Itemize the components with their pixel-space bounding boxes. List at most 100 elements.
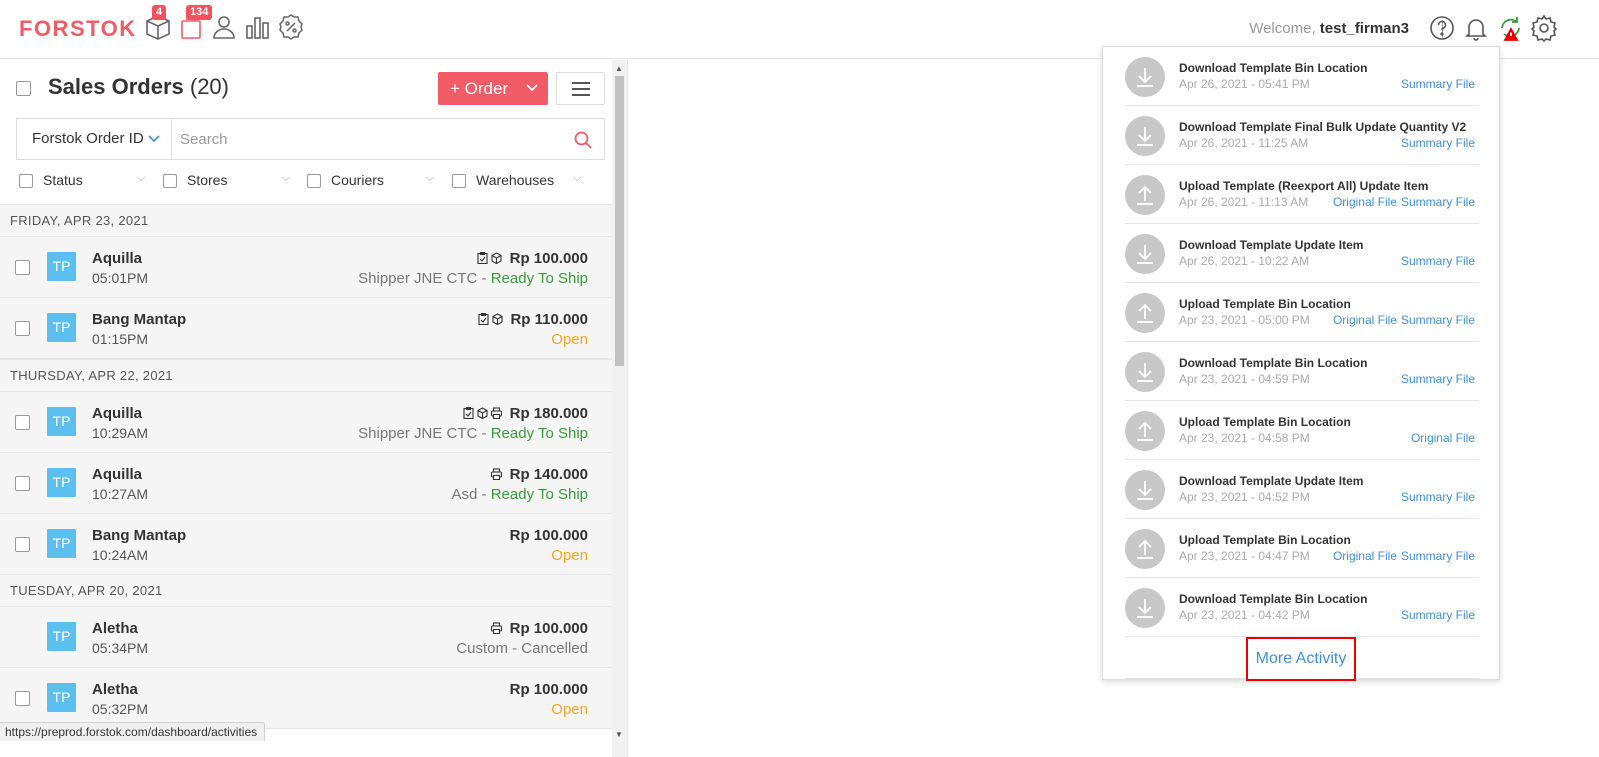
summary-file-link[interactable]: Summary File — [1401, 549, 1475, 563]
order-time: 10:27AM — [92, 486, 149, 502]
clipboard-icon — [463, 407, 474, 419]
printer-icon — [491, 407, 503, 419]
activity-links: Summary File — [1397, 608, 1475, 622]
original-file-link[interactable]: Original File — [1333, 549, 1397, 563]
search-icon[interactable] — [573, 130, 593, 150]
stores-filter-checkbox[interactable] — [163, 174, 177, 188]
download-icon — [1125, 588, 1165, 628]
order-status: Custom - Cancelled — [456, 640, 588, 657]
original-file-link[interactable]: Original File — [1411, 431, 1475, 445]
date-group-header: THURSDAY, APR 22, 2021 — [0, 359, 612, 392]
order-row[interactable]: TP Bang Mantap 01:15PM Rp 110.000 Open — [0, 298, 612, 359]
order-row[interactable]: TP Aletha 05:32PM Rp 100.000 Open — [0, 668, 612, 729]
order-row[interactable]: TP Aquilla 05:01PM Rp 100.000 Shipper JN… — [0, 237, 612, 298]
warehouses-filter-checkbox[interactable] — [452, 174, 466, 188]
order-row[interactable]: TP Aletha 05:34PM Rp 100.000 Custom - Ca… — [0, 607, 612, 668]
package-icon — [477, 407, 488, 419]
bell-icon[interactable] — [1462, 14, 1490, 42]
box-icon[interactable]: 4 — [143, 5, 173, 42]
status-badge: Cancelled — [521, 640, 588, 657]
download-icon — [1125, 234, 1165, 274]
hamburger-icon — [572, 82, 590, 84]
forstok-logo[interactable]: FORSTOK — [19, 16, 137, 42]
order-status: Shipper JNE CTC - Ready To Ship — [358, 270, 588, 287]
more-activity-link[interactable]: More Activity — [1246, 637, 1356, 681]
summary-file-link[interactable]: Summary File — [1401, 136, 1475, 150]
date-group-header: FRIDAY, APR 23, 2021 — [0, 204, 612, 237]
activity-links: Original File Summary File — [1329, 195, 1475, 209]
hamburger-icon-line — [572, 88, 590, 90]
activity-dropdown: Download Template Bin Location Apr 26, 20… — [1102, 46, 1500, 681]
menu-button[interactable] — [556, 72, 605, 105]
status-filter-checkbox[interactable] — [19, 174, 33, 188]
chevron-down-icon[interactable]: ⌵ — [426, 172, 434, 185]
shopping-bag-icon[interactable]: 134 — [176, 5, 213, 42]
shipper: Asd - — [451, 486, 491, 503]
warehouses-filter-label: Warehouses — [476, 172, 555, 188]
package-icon — [491, 252, 502, 264]
summary-file-link[interactable]: Summary File — [1401, 372, 1475, 386]
amount-value: Rp 100.000 — [509, 620, 588, 637]
welcome-prefix: Welcome, — [1249, 20, 1316, 37]
upload-icon — [1125, 175, 1165, 215]
order-row[interactable]: TP Aquilla 10:27AM Rp 140.000 Asd - Read… — [0, 453, 612, 514]
summary-file-link[interactable]: Summary File — [1401, 313, 1475, 327]
bar-chart-icon[interactable] — [243, 12, 273, 42]
add-order-button[interactable]: + Order — [438, 72, 548, 105]
order-checkbox[interactable] — [15, 260, 30, 275]
scroll-down-arrow-icon[interactable]: ▼ — [615, 730, 623, 739]
scrollbar-thumb[interactable] — [615, 76, 624, 366]
activity-title: Upload Template (Reexport All) Update It… — [1179, 179, 1429, 193]
chevron-down-icon[interactable]: ⌵ — [137, 172, 145, 185]
username[interactable]: test_firman3 — [1320, 20, 1409, 37]
select-all-checkbox[interactable] — [16, 81, 31, 96]
summary-file-link[interactable]: Summary File — [1401, 77, 1475, 91]
original-file-link[interactable]: Original File — [1333, 313, 1397, 327]
chevron-down-icon[interactable]: ⌵ — [282, 172, 290, 185]
activity-item: Upload Template Bin Location Apr 23, 2021… — [1125, 519, 1479, 578]
gear-icon[interactable] — [1530, 14, 1558, 43]
summary-file-link[interactable]: Summary File — [1401, 195, 1475, 209]
original-file-link[interactable]: Original File — [1333, 195, 1397, 209]
couriers-filter-checkbox[interactable] — [307, 174, 321, 188]
order-status: Open — [551, 701, 588, 718]
page-title: Sales Orders (20) — [48, 74, 229, 100]
order-time: 05:32PM — [92, 701, 149, 717]
scroll-up-arrow-icon[interactable]: ▲ — [615, 64, 623, 73]
order-time: 05:01PM — [92, 270, 149, 286]
order-checkbox[interactable] — [15, 537, 30, 552]
order-checkbox[interactable] — [15, 415, 30, 430]
help-icon[interactable] — [1428, 14, 1456, 42]
summary-file-link[interactable]: Summary File — [1401, 490, 1475, 504]
order-row[interactable]: TP Aquilla 10:29AM Rp 180.000 Shipper JN… — [0, 392, 612, 453]
order-row[interactable]: TP Bang Mantap 10:24AM Rp 100.000 Open — [0, 514, 612, 575]
amount-value: Rp 140.000 — [509, 466, 588, 483]
search-field-select[interactable]: Forstok Order ID — [17, 119, 172, 159]
sync-warning-icon[interactable] — [1497, 14, 1525, 42]
avatar: TP — [47, 407, 76, 436]
order-checkbox[interactable] — [15, 691, 30, 706]
orders-scrollbar[interactable]: ▲ ▼ — [612, 60, 627, 757]
search-input[interactable] — [180, 119, 560, 159]
promo-percent-icon[interactable] — [276, 12, 306, 42]
summary-file-link[interactable]: Summary File — [1401, 608, 1475, 622]
chevron-down-icon[interactable] — [526, 72, 538, 117]
user-icon[interactable] — [209, 12, 239, 42]
stores-filter-label: Stores — [187, 172, 228, 188]
activity-item: Download Template Bin Location Apr 23, 20… — [1125, 342, 1479, 401]
activity-date: Apr 26, 2021 - 11:25 AM — [1179, 136, 1309, 150]
activity-title: Upload Template Bin Location — [1179, 533, 1351, 547]
download-icon — [1125, 352, 1165, 392]
order-checkbox[interactable] — [15, 321, 30, 336]
activity-item: Upload Template (Reexport All) Update It… — [1125, 165, 1479, 224]
order-checkbox[interactable] — [15, 476, 30, 491]
chevron-down-icon[interactable]: ⌵ — [573, 172, 581, 185]
activity-date: Apr 23, 2021 - 04:59 PM — [1179, 372, 1310, 386]
activity-item: Download Template Update Item Apr 26, 202… — [1125, 224, 1479, 283]
order-status: Open — [551, 547, 588, 564]
summary-file-link[interactable]: Summary File — [1401, 254, 1475, 268]
activity-date: Apr 23, 2021 - 04:42 PM — [1179, 608, 1310, 622]
order-status: Shipper JNE CTC - Ready To Ship — [358, 425, 588, 442]
activity-date: Apr 26, 2021 - 11:13 AM — [1179, 195, 1309, 209]
clipboard-icon — [478, 313, 489, 325]
